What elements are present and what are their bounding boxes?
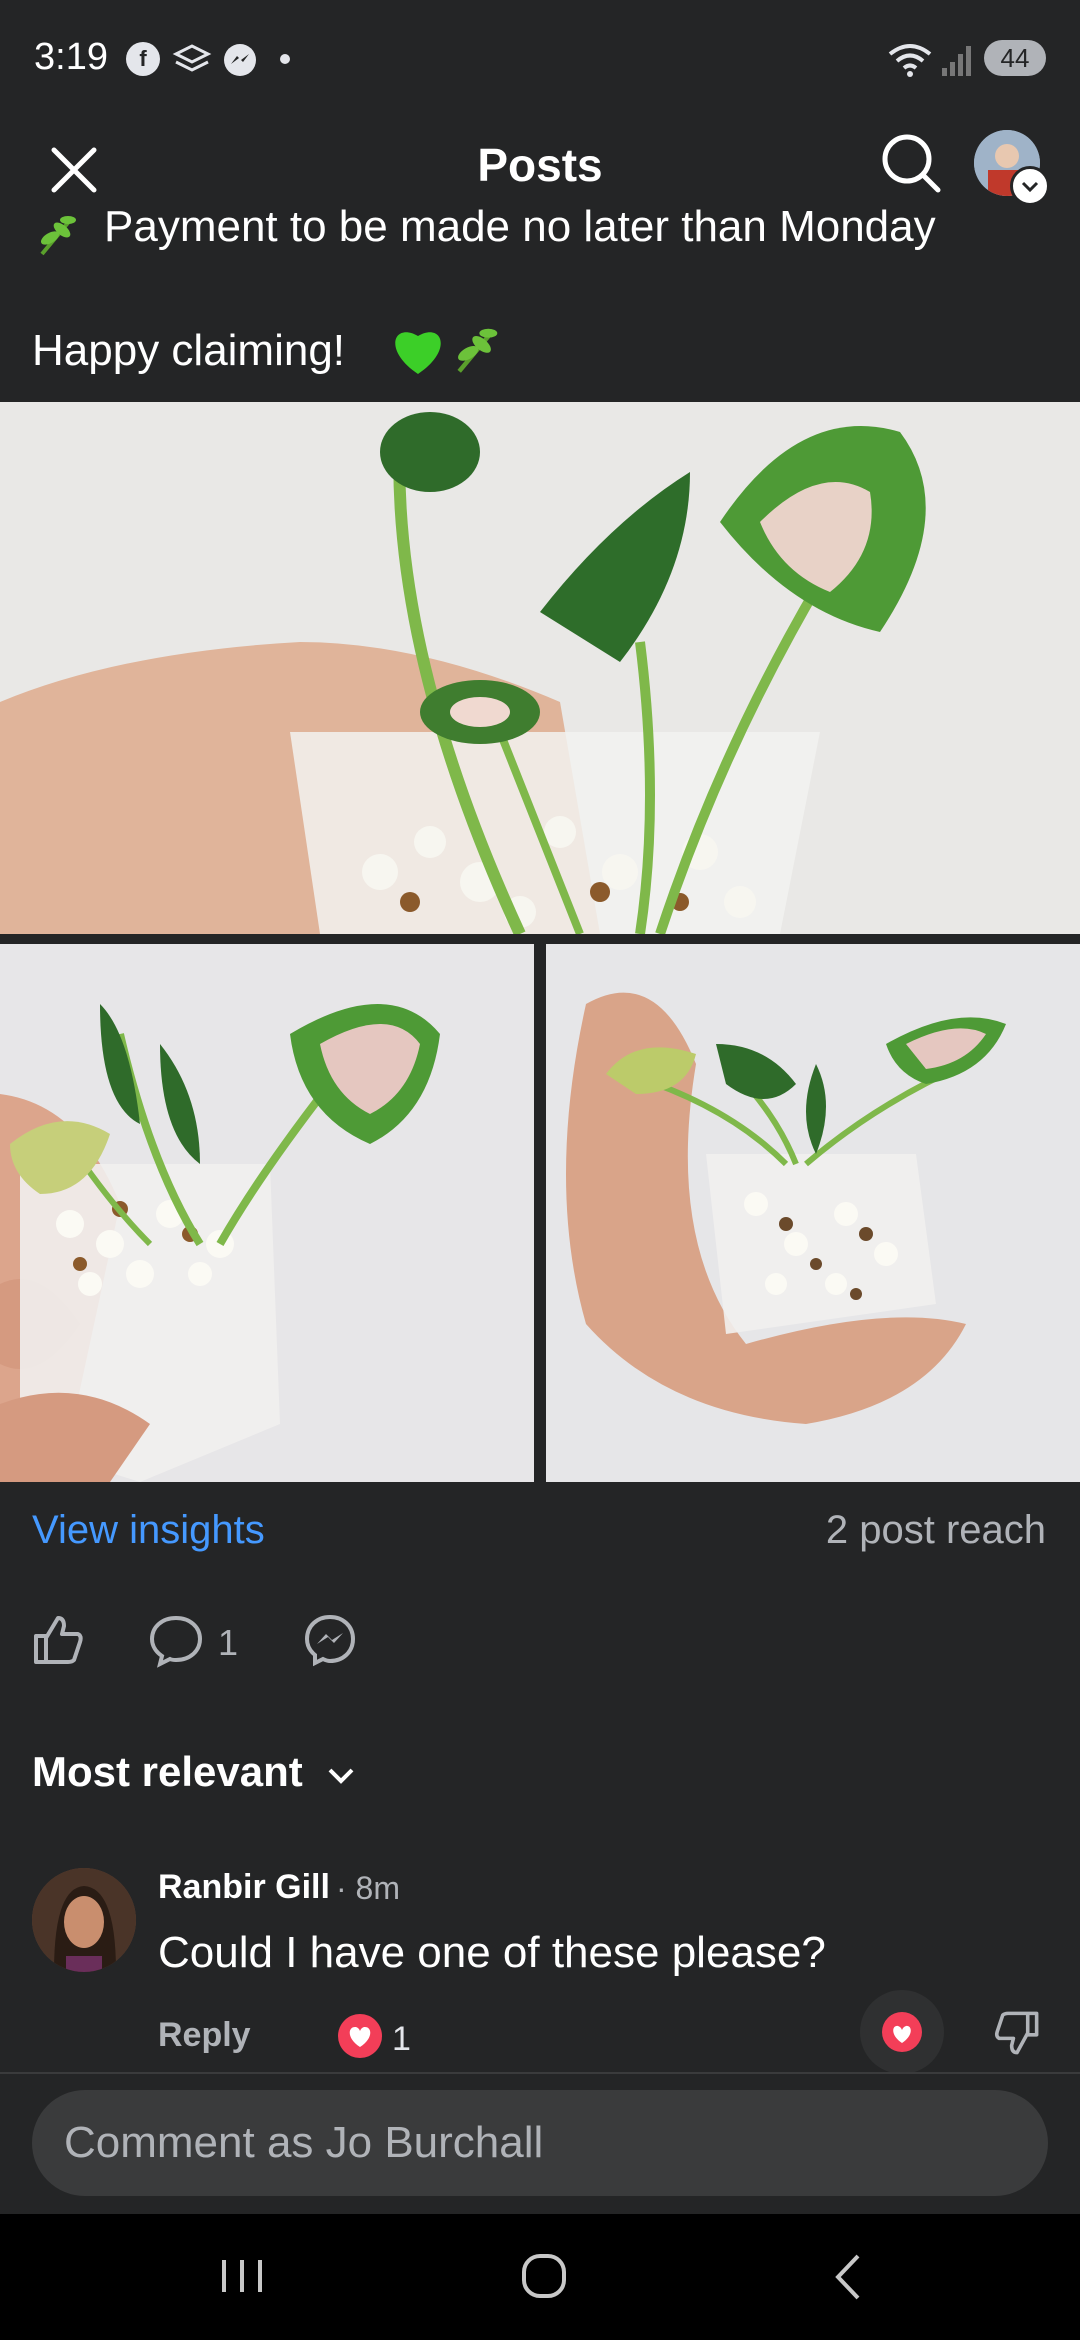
react-love-button[interactable] [860, 1990, 944, 2074]
back-icon [835, 2254, 860, 2300]
messenger-icon [304, 1614, 356, 1667]
herb-emoji-icon-2 [448, 322, 504, 383]
post-text-claiming-label: Happy claiming! [32, 326, 346, 375]
comments-sort-dropdown[interactable]: Most relevant [32, 1748, 358, 1796]
plant-photo-image [0, 402, 1080, 934]
chevron-down-icon [1021, 181, 1039, 193]
plant-photo-image-3 [546, 944, 1080, 1482]
wifi-icon [886, 40, 934, 85]
home-button[interactable] [520, 2250, 568, 2307]
chevron-down-icon [329, 1768, 354, 1784]
comment-time: · 8m [336, 1870, 400, 1906]
view-insights-link[interactable]: View insights [32, 1508, 265, 1553]
comments-sort-label: Most relevant [32, 1748, 303, 1795]
signal-icon [940, 42, 974, 83]
love-reaction-icon [338, 2014, 382, 2058]
recent-apps-icon [222, 2260, 262, 2292]
green-heart-icon [388, 322, 448, 383]
herb-emoji-icon [32, 210, 82, 265]
like-button[interactable] [30, 1612, 86, 1673]
post-photo-1[interactable] [0, 402, 1080, 934]
profile-menu-chevron[interactable] [1010, 166, 1050, 206]
comment-icon [149, 1615, 203, 1668]
post-text-payment: Payment to be made no later than Monday [104, 202, 936, 251]
battery-indicator: 44 [984, 40, 1046, 76]
status-time: 3:19 [34, 36, 108, 78]
search-icon [882, 134, 941, 193]
facebook-icon: f [126, 42, 160, 76]
notification-dot-icon [280, 54, 290, 64]
thumbs-down-icon [994, 2011, 1039, 2055]
post-photo-2[interactable] [0, 944, 534, 1482]
love-reaction-icon [882, 2012, 922, 2052]
post-reach-count: 2 post reach [825, 1508, 1046, 1552]
plant-photo-image-2 [0, 944, 534, 1482]
messenger-status-icon [222, 42, 258, 83]
dislike-button[interactable] [992, 2008, 1042, 2063]
thumbs-up-icon [34, 1616, 83, 1664]
status-bar: 3:19 f 44 [0, 0, 1080, 120]
home-icon [522, 2254, 566, 2298]
comment-reply-button[interactable]: Reply [158, 2016, 251, 2055]
back-button[interactable] [828, 2252, 868, 2307]
recent-apps-button[interactable] [218, 2256, 266, 2301]
layers-icon [172, 42, 212, 83]
comment-text: Could I have one of these please? [158, 1928, 826, 1977]
post-photo-3[interactable] [546, 944, 1080, 1482]
comment-input[interactable] [32, 2090, 1048, 2196]
search-button[interactable] [878, 130, 944, 196]
comment-reaction-count: 1 [392, 2020, 411, 2058]
comment-author[interactable]: Ranbir Gill [158, 1868, 330, 1907]
send-messenger-button[interactable] [302, 1612, 358, 1673]
system-nav-bar [0, 2214, 1080, 2340]
commenter-avatar[interactable] [32, 1868, 136, 1972]
comment-count: 1 [218, 1622, 239, 1663]
post-text-claiming: Happy claiming! [32, 326, 345, 376]
avatar [32, 1868, 136, 1972]
comment-button[interactable] [148, 1612, 204, 1673]
